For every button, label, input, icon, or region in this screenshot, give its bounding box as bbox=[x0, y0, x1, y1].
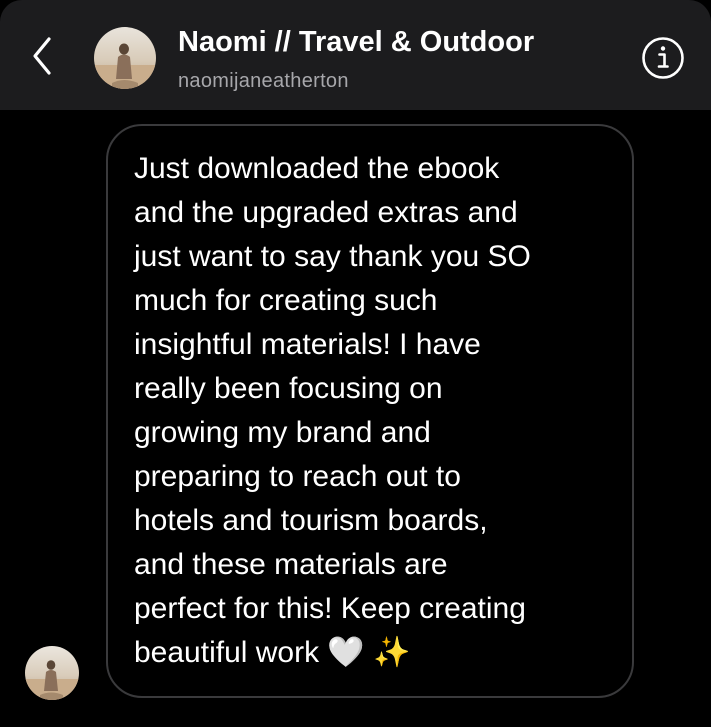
message-text: Just downloaded the ebook and the upgrad… bbox=[134, 152, 531, 669]
info-button[interactable] bbox=[640, 35, 686, 81]
sender-avatar[interactable] bbox=[25, 646, 79, 700]
chat-screen: Naomi // Travel & Outdoor naomijaneather… bbox=[0, 0, 711, 727]
info-icon bbox=[642, 37, 684, 79]
contact-display-name[interactable]: Naomi // Travel & Outdoor bbox=[178, 26, 534, 59]
chevron-left-icon bbox=[33, 37, 51, 75]
avatar[interactable] bbox=[94, 27, 156, 89]
profile-photo-small bbox=[25, 646, 79, 700]
contact-username: naomijaneatherton bbox=[178, 70, 349, 92]
profile-photo bbox=[94, 27, 156, 89]
back-button[interactable] bbox=[22, 32, 62, 80]
chat-header: Naomi // Travel & Outdoor naomijaneather… bbox=[0, 0, 711, 110]
